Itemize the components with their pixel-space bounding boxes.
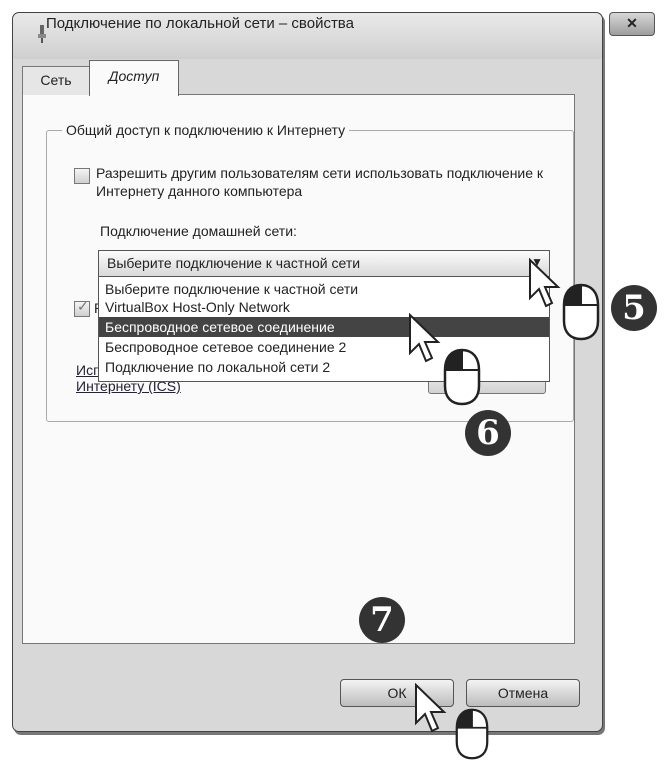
allow-sharing-label: Разрешить другим пользователям сети испо… [96, 165, 544, 199]
checkmark-icon: ✓ [77, 298, 89, 314]
dropdown-option[interactable]: VirtualBox Host-Only Network [99, 297, 549, 317]
cursor-arrow-icon [409, 313, 441, 363]
step-badge-6: 6 [465, 410, 511, 456]
allow-sharing-checkbox[interactable] [74, 168, 90, 184]
step-badge-5: 5 [611, 285, 657, 331]
select-dropdown-list: Выберите подключение к частной сети Virt… [98, 276, 550, 382]
step-badge-7: 7 [359, 597, 405, 643]
home-network-label: Подключение домашней сети: [100, 223, 297, 239]
window-title: Подключение по локальной сети – свойства [46, 15, 354, 32]
allow-control-checkbox[interactable]: ✓ [74, 298, 90, 317]
dropdown-option[interactable]: Выберите подключение к частной сети [99, 279, 549, 299]
mouse-left-click-icon [562, 283, 600, 341]
close-button[interactable]: ✕ [609, 12, 655, 36]
dropdown-option-highlighted[interactable]: Беспроводное сетевое соединение [99, 317, 549, 337]
select-value: Выберите подключение к частной сети [107, 255, 361, 271]
ics-help-link[interactable]: Исп [76, 362, 101, 378]
mouse-left-click-icon [455, 708, 489, 760]
tab-network[interactable]: Сеть [22, 66, 90, 95]
home-network-select[interactable]: Выберите подключение к частной сети ▼ [98, 250, 550, 277]
group-title: Общий доступ к подключению к Интернету [62, 122, 350, 138]
mouse-left-click-icon [443, 348, 481, 406]
cursor-arrow-icon [529, 258, 561, 308]
tab-sharing[interactable]: Доступ [89, 60, 179, 96]
cancel-button[interactable]: Отмена [466, 679, 580, 707]
dropdown-option[interactable]: Беспроводное сетевое соединение 2 [99, 337, 549, 357]
dropdown-option[interactable]: Подключение по локальной сети 2 [99, 357, 549, 377]
cursor-arrow-icon [415, 683, 447, 733]
